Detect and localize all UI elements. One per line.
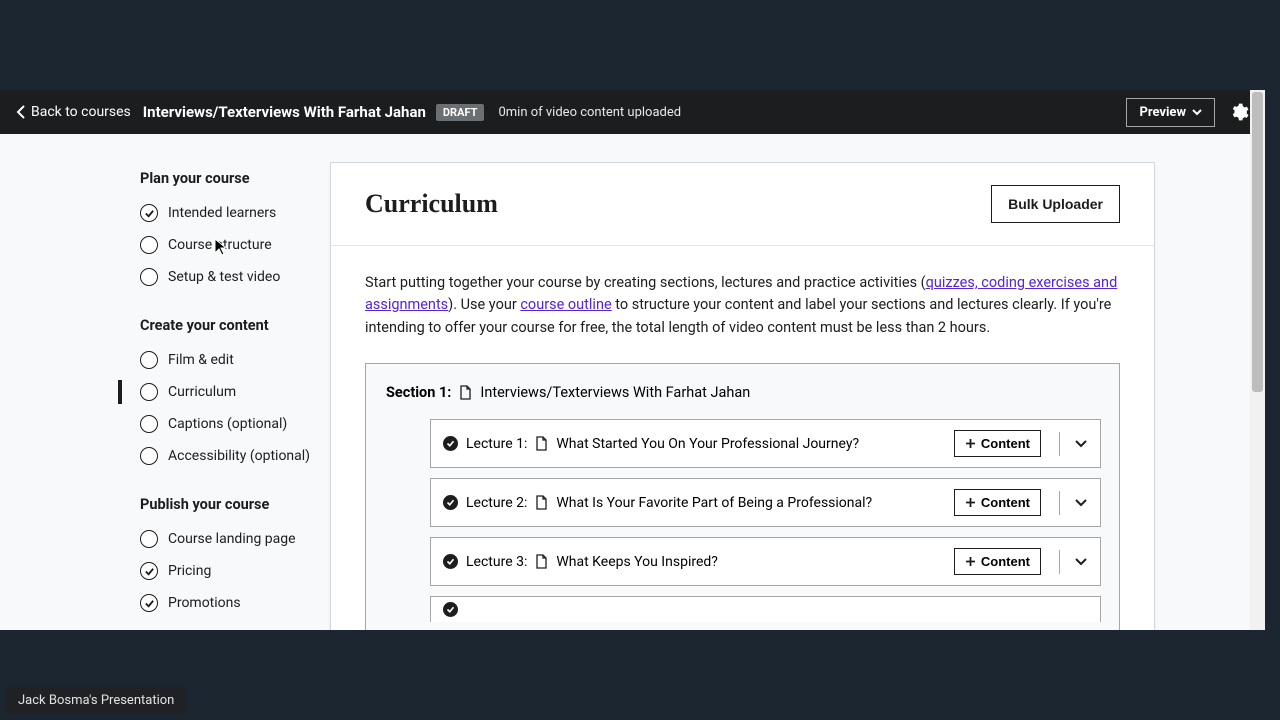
sidebar-item-label: Curriculum bbox=[168, 384, 236, 400]
sidebar-item-label: Course structure bbox=[168, 237, 272, 253]
content-label: Content bbox=[981, 436, 1030, 451]
check-icon bbox=[140, 204, 158, 222]
sidebar-item-label: Promotions bbox=[168, 595, 241, 611]
sidebar-item-landing-page[interactable]: Course landing page bbox=[0, 523, 330, 555]
document-icon bbox=[535, 554, 548, 569]
lecture-title: What Keeps You Inspired? bbox=[556, 554, 718, 570]
add-content-button[interactable]: Content bbox=[954, 430, 1041, 457]
sidebar-item-label: Accessibility (optional) bbox=[168, 448, 310, 464]
circle-icon bbox=[140, 447, 158, 465]
sidebar-item-captions[interactable]: Captions (optional) bbox=[0, 408, 330, 440]
circle-icon bbox=[140, 351, 158, 369]
course-title: Interviews/Texterviews With Farhat Jahan bbox=[143, 103, 426, 121]
sidebar-item-intended-learners[interactable]: Intended learners bbox=[0, 197, 330, 229]
sidebar-item-label: Setup & test video bbox=[168, 269, 280, 285]
scrollbar-track[interactable] bbox=[1250, 90, 1265, 630]
lecture-label: Lecture 3: bbox=[466, 554, 527, 570]
sidebar-item-accessibility[interactable]: Accessibility (optional) bbox=[0, 440, 330, 472]
bulk-uploader-button[interactable]: Bulk Uploader bbox=[991, 185, 1120, 223]
back-label: Back to courses bbox=[31, 104, 131, 120]
circle-icon bbox=[140, 530, 158, 548]
check-icon bbox=[443, 554, 458, 569]
course-outline-link[interactable]: course outline bbox=[520, 296, 611, 313]
document-icon bbox=[459, 385, 472, 400]
sidebar-item-label: Pricing bbox=[168, 563, 211, 579]
intro-text-part: ). Use your bbox=[448, 296, 520, 313]
check-icon bbox=[443, 436, 458, 451]
add-content-button[interactable]: Content bbox=[954, 489, 1041, 516]
sidebar-item-setup-video[interactable]: Setup & test video bbox=[0, 261, 330, 293]
upload-status: 0min of video content uploaded bbox=[498, 105, 681, 120]
settings-button[interactable] bbox=[1229, 102, 1249, 122]
circle-icon bbox=[140, 236, 158, 254]
circle-icon bbox=[140, 268, 158, 286]
lecture-label: Lecture 2: bbox=[466, 495, 527, 511]
gear-icon bbox=[1229, 102, 1249, 122]
plus-icon bbox=[965, 497, 976, 508]
preview-button[interactable]: Preview bbox=[1126, 98, 1215, 127]
sidebar-item-label: Film & edit bbox=[168, 352, 234, 368]
intro-text-part: Start putting together your course by cr… bbox=[365, 274, 926, 291]
preview-label: Preview bbox=[1139, 105, 1186, 120]
add-content-button[interactable]: Content bbox=[954, 548, 1041, 575]
section-label: Section 1: bbox=[386, 384, 451, 401]
draft-badge: DRAFT bbox=[436, 104, 485, 121]
circle-icon bbox=[140, 383, 158, 401]
presentation-label: Jack Bosma's Presentation bbox=[6, 687, 186, 714]
sidebar-item-label: Course landing page bbox=[168, 531, 296, 547]
section-title: Interviews/Texterviews With Farhat Jahan bbox=[480, 384, 750, 401]
lecture-row[interactable] bbox=[430, 596, 1101, 622]
scrollbar-thumb[interactable] bbox=[1252, 92, 1263, 392]
check-icon bbox=[140, 562, 158, 580]
page-title: Curriculum bbox=[365, 189, 498, 219]
sidebar-item-curriculum[interactable]: Curriculum bbox=[0, 376, 330, 408]
sidebar-item-course-structure[interactable]: Course structure bbox=[0, 229, 330, 261]
course-sidebar: Plan your course Intended learners Cours… bbox=[0, 134, 330, 630]
expand-lecture[interactable] bbox=[1059, 432, 1088, 456]
content-label: Content bbox=[981, 495, 1030, 510]
lecture-title: What Started You On Your Professional Jo… bbox=[556, 436, 859, 452]
content-label: Content bbox=[981, 554, 1030, 569]
sidebar-item-label: Captions (optional) bbox=[168, 416, 287, 432]
section-header[interactable]: Section 1: Interviews/Texterviews With F… bbox=[384, 378, 1101, 419]
sidebar-item-film-edit[interactable]: Film & edit bbox=[0, 344, 330, 376]
check-icon bbox=[443, 602, 458, 617]
circle-icon bbox=[140, 415, 158, 433]
back-to-courses[interactable]: Back to courses bbox=[16, 104, 131, 120]
expand-lecture[interactable] bbox=[1059, 491, 1088, 515]
intro-text: Start putting together your course by cr… bbox=[365, 272, 1120, 339]
chevron-down-icon bbox=[1074, 439, 1088, 448]
chevron-down-icon bbox=[1074, 498, 1088, 507]
section-container: Section 1: Interviews/Texterviews With F… bbox=[365, 363, 1120, 630]
sidebar-item-pricing[interactable]: Pricing bbox=[0, 555, 330, 587]
course-topbar: Back to courses Interviews/Texterviews W… bbox=[0, 90, 1265, 134]
plus-icon bbox=[965, 438, 976, 449]
sidebar-heading-plan: Plan your course bbox=[0, 164, 330, 197]
lecture-label: Lecture 1: bbox=[466, 436, 527, 452]
document-icon bbox=[535, 436, 548, 451]
lecture-title: What Is Your Favorite Part of Being a Pr… bbox=[556, 495, 872, 511]
check-icon bbox=[443, 495, 458, 510]
plus-icon bbox=[965, 556, 976, 567]
chevron-down-icon bbox=[1074, 557, 1088, 566]
lecture-row[interactable]: Lecture 2: What Is Your Favorite Part of… bbox=[430, 478, 1101, 527]
main-panel: Curriculum Bulk Uploader Start putting t… bbox=[330, 134, 1265, 630]
sidebar-item-label: Intended learners bbox=[168, 205, 276, 221]
expand-lecture[interactable] bbox=[1059, 550, 1088, 574]
check-icon bbox=[140, 594, 158, 612]
sidebar-heading-publish: Publish your course bbox=[0, 490, 330, 523]
chevron-left-icon bbox=[16, 105, 25, 119]
sidebar-heading-create: Create your content bbox=[0, 311, 330, 344]
sidebar-item-promotions[interactable]: Promotions bbox=[0, 587, 330, 619]
lecture-row[interactable]: Lecture 1: What Started You On Your Prof… bbox=[430, 419, 1101, 468]
lecture-row[interactable]: Lecture 3: What Keeps You Inspired? Cont… bbox=[430, 537, 1101, 586]
chevron-down-icon bbox=[1192, 109, 1202, 116]
document-icon bbox=[535, 495, 548, 510]
